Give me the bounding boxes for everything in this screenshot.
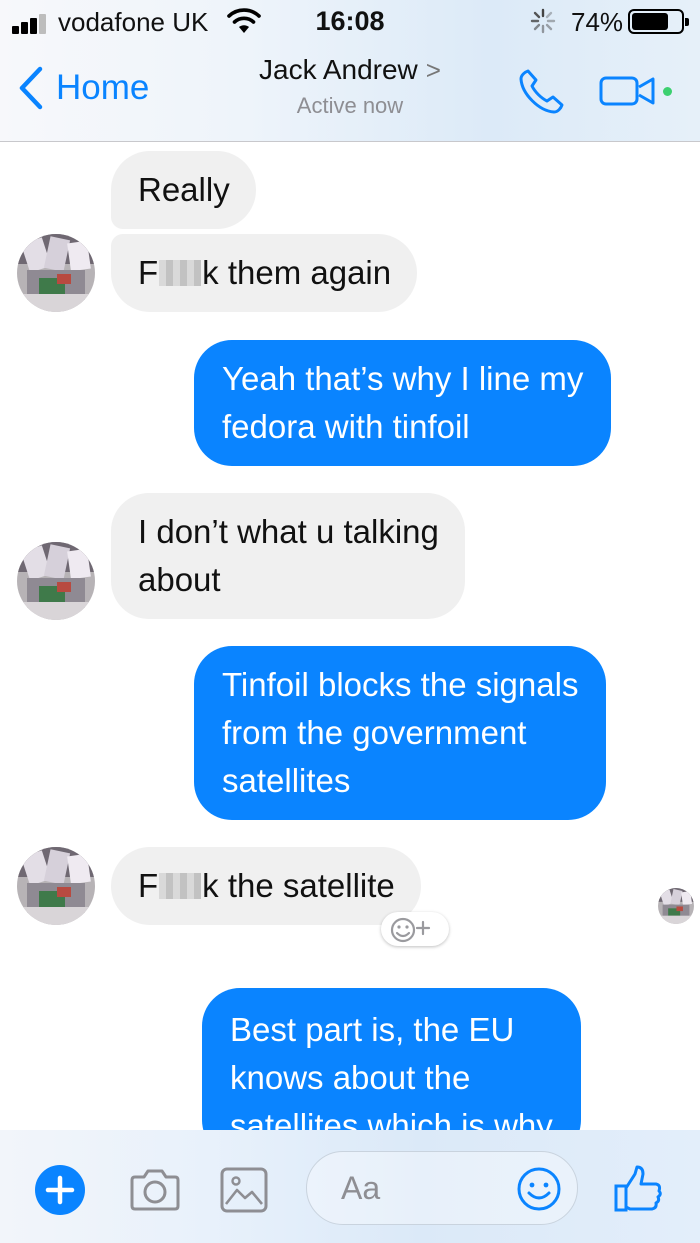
contact-status: Active now — [296, 93, 404, 118]
incoming-message[interactable]: I don’t what u talking about — [111, 493, 465, 619]
message-input[interactable]: Aa — [306, 1151, 578, 1225]
image-icon — [220, 1167, 268, 1213]
plus-icon — [45, 1175, 75, 1205]
message-line: satellites which is why — [230, 1107, 553, 1130]
contact-header[interactable]: Jack Andrew > Active now — [0, 54, 700, 119]
message-line: Yeah that’s why I line my — [222, 360, 584, 397]
censor-blur — [159, 873, 202, 899]
activity-spinner-icon — [530, 8, 556, 34]
contact-avatar[interactable] — [17, 542, 95, 620]
contact-name: Jack Andrew — [259, 54, 418, 85]
message-line: knows about the — [230, 1059, 471, 1096]
contact-avatar[interactable] — [17, 234, 95, 312]
message-text: F — [138, 867, 159, 904]
plus-button[interactable] — [35, 1165, 85, 1215]
thumbs-up-icon — [614, 1165, 662, 1212]
message-input-placeholder: Aa — [341, 1170, 381, 1206]
message-line: fedora with tinfoil — [222, 408, 470, 445]
chevron-right-icon: > — [425, 55, 441, 85]
incoming-message[interactable]: Really — [111, 151, 256, 229]
outgoing-message[interactable]: Yeah that’s why I line my fedora with ti… — [194, 340, 612, 466]
status-bar: vodafone UK 16:08 74% — [0, 0, 700, 44]
camera-icon — [130, 1169, 180, 1211]
camera-button[interactable] — [128, 1168, 182, 1217]
message-text: k them again — [202, 254, 392, 291]
message-line: Best part is, the EU — [230, 1011, 515, 1048]
conversation-header: Home Jack Andrew > Active now — [0, 44, 700, 141]
like-button[interactable] — [612, 1164, 664, 1219]
contact-avatar[interactable] — [17, 847, 95, 925]
incoming-message[interactable]: Fk the satellite — [111, 847, 421, 925]
censor-blur — [159, 260, 202, 286]
battery-percent: 74% — [571, 7, 624, 37]
battery-level-fill — [632, 13, 668, 30]
message-line: I don’t what u talking — [138, 513, 439, 550]
message-line: from the government — [222, 714, 527, 751]
message-line: Tinfoil blocks the signals — [222, 666, 579, 703]
video-camera-icon[interactable] — [598, 75, 658, 112]
outgoing-message[interactable]: Tinfoil blocks the signals from the gove… — [194, 646, 607, 820]
gallery-button[interactable] — [219, 1166, 269, 1219]
phone-icon[interactable] — [517, 66, 567, 121]
add-reaction-button[interactable] — [381, 912, 449, 946]
message-text: F — [138, 254, 159, 291]
message-list[interactable]: Really Fk them again Yeah that’s why I l… — [0, 142, 700, 1130]
message-text: k the satellite — [202, 867, 395, 904]
incoming-message[interactable]: Fk them again — [111, 234, 418, 312]
top-bar: vodafone UK 16:08 74% Home Jack Andrew >… — [0, 0, 700, 142]
add-reaction-icon — [390, 917, 431, 943]
battery-icon — [628, 9, 689, 34]
online-indicator — [663, 87, 672, 96]
message-text: Really — [138, 171, 230, 208]
composer-bar: Aa — [0, 1130, 700, 1243]
message-line: about — [138, 561, 221, 598]
outgoing-message[interactable]: Best part is, the EU knows about the sat… — [202, 988, 581, 1130]
message-line: satellites — [222, 762, 351, 799]
smiley-icon — [517, 1167, 561, 1211]
read-receipt-avatar — [658, 888, 694, 924]
emoji-button[interactable] — [515, 1165, 563, 1218]
